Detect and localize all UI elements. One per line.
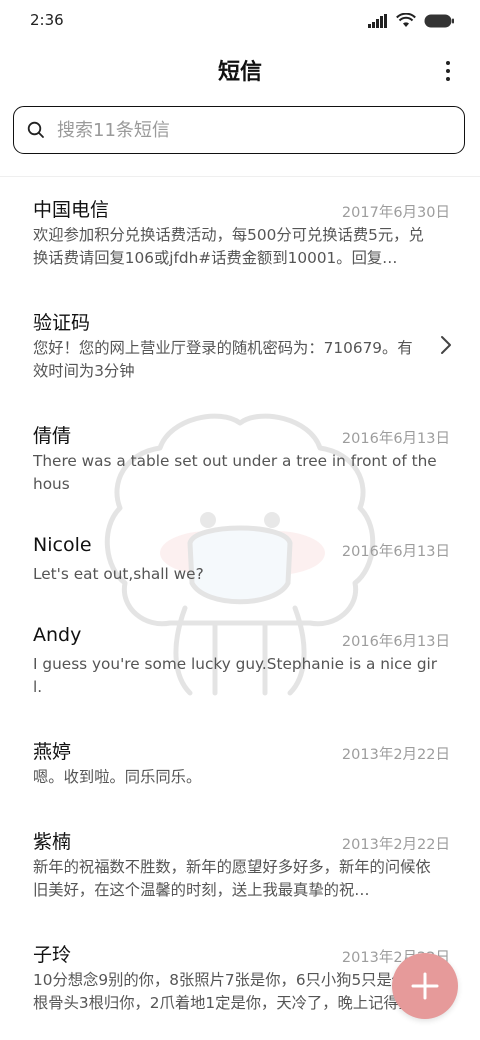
more-vertical-icon: [446, 61, 450, 65]
list-item[interactable]: 验证码 您好！您的网上营业厅登录的随机密码为：710679。有效时间为3分钟: [0, 290, 480, 402]
app-header: 短信: [0, 44, 480, 100]
message-preview: 您好！您的网上营业厅登录的随机密码为：710679。有效时间为3分钟: [33, 339, 413, 380]
search-icon: [27, 121, 44, 138]
message-date: 2016年6月13日: [341, 634, 450, 650]
message-preview: 新年的祝福数不胜数，新年的愿望好多好多，新年的问候依旧美好，在这个温馨的时刻，送…: [33, 858, 431, 899]
chevron-right-icon: [441, 336, 451, 354]
sender-name: 子玲: [33, 944, 72, 966]
message-date: 2013年2月22日: [341, 837, 450, 853]
list-item[interactable]: 紫楠 2013年2月22日 新年的祝福数不胜数，新年的愿望好多好多，新年的问候依…: [0, 809, 480, 921]
message-preview: There was a table set out under a tree i…: [33, 452, 437, 493]
page-title: 短信: [217, 60, 262, 85]
sender-name: Nicole: [33, 534, 92, 556]
list-item[interactable]: Nicole 2016年6月13日 Let's eat out,shall we…: [0, 516, 480, 606]
more-dot: [446, 77, 450, 81]
more-options-button[interactable]: [438, 56, 458, 86]
sender-name: 中国电信: [33, 199, 110, 221]
plus-icon: [411, 972, 439, 1000]
message-preview: 欢迎参加积分兑换话费活动，每500分可兑换话费5元，兑换话费请回复106或jfd…: [33, 226, 424, 267]
message-preview: Let's eat out,shall we?: [33, 565, 204, 583]
message-date: 2016年6月13日: [341, 544, 450, 560]
battery-icon: [424, 14, 454, 27]
status-bar: 2:36: [0, 0, 480, 40]
message-date: 2017年6月30日: [341, 205, 450, 221]
message-preview: 10分想念9别的你，8张照片7张是你，6只小狗5只是你，4根骨头3根归你，2爪着…: [33, 971, 432, 1012]
status-icons: [368, 13, 454, 28]
list-item[interactable]: 倩倩 2016年6月13日 There was a table set out …: [0, 403, 480, 515]
message-date: 2013年2月22日: [341, 747, 450, 763]
status-time: 2:36: [30, 11, 64, 29]
search-bar[interactable]: [13, 106, 465, 154]
sender-name: Andy: [33, 624, 82, 646]
search-input[interactable]: [55, 118, 439, 142]
sender-name: 验证码: [33, 312, 91, 334]
sender-name: 倩倩: [33, 425, 72, 447]
message-preview: I guess you're some lucky guy.Stephanie …: [33, 655, 438, 696]
more-dot: [446, 69, 450, 73]
list-item[interactable]: 燕婷 2013年2月22日 嗯。收到啦。同乐同乐。: [0, 719, 480, 809]
message-preview: 嗯。收到啦。同乐同乐。: [33, 768, 202, 786]
signal-icon: [368, 13, 387, 28]
list-item[interactable]: 中国电信 2017年6月30日 欢迎参加积分兑换话费活动，每500分可兑换话费5…: [0, 177, 480, 289]
sender-name: 紫楠: [33, 831, 72, 853]
sender-name: 燕婷: [33, 741, 72, 763]
list-item[interactable]: Andy 2016年6月13日 I guess you're some luck…: [0, 606, 480, 718]
message-date: 2016年6月13日: [341, 431, 450, 447]
new-message-button[interactable]: [392, 953, 458, 1019]
wifi-icon: [396, 13, 416, 27]
